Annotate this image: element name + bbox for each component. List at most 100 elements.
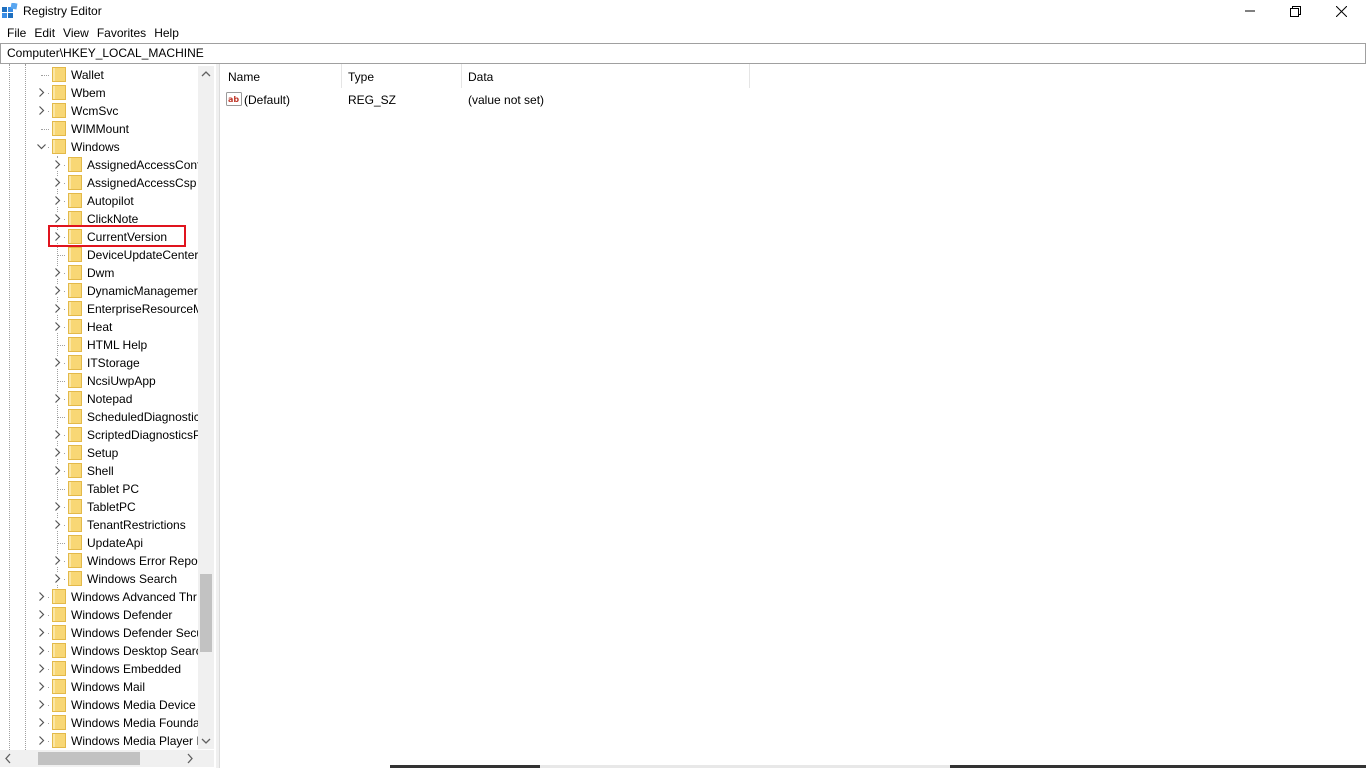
horizontal-scroll-thumb[interactable] (38, 752, 140, 765)
column-separator[interactable] (341, 64, 342, 88)
collapsed-chevron-icon[interactable] (53, 520, 62, 529)
collapsed-chevron-icon[interactable] (53, 178, 62, 187)
tree-node[interactable]: WcmSvc (0, 102, 200, 120)
tree-node[interactable]: Notepad (0, 390, 200, 408)
collapsed-chevron-icon[interactable] (53, 160, 62, 169)
collapsed-chevron-icon[interactable] (53, 556, 62, 565)
menu-help[interactable]: Help (152, 23, 185, 43)
tree-node[interactable]: Shell (0, 462, 200, 480)
collapsed-chevron-icon[interactable] (37, 610, 46, 619)
collapsed-chevron-icon[interactable] (53, 430, 62, 439)
tree-node-label: Windows Mail (71, 680, 146, 694)
tree-node[interactable]: TabletPC (0, 498, 200, 516)
collapsed-chevron-icon[interactable] (53, 394, 62, 403)
tree-node-label: ClickNote (87, 212, 139, 226)
tree-node[interactable]: Windows Advanced Thr (0, 588, 200, 606)
collapsed-chevron-icon[interactable] (53, 286, 62, 295)
address-bar[interactable]: Computer\HKEY_LOCAL_MACHINE (0, 43, 1366, 64)
tree-node[interactable]: DeviceUpdateCenter (0, 246, 200, 264)
tree-node[interactable]: Dwm (0, 264, 200, 282)
collapsed-chevron-icon[interactable] (37, 700, 46, 709)
tree-node[interactable]: ScriptedDiagnosticsP (0, 426, 201, 444)
svg-text:ab: ab (228, 95, 239, 104)
tree-node[interactable]: Windows Defender Secu (0, 624, 203, 642)
tree-node[interactable]: Windows Search (0, 570, 200, 588)
value-name[interactable]: (Default) (244, 93, 290, 107)
tree-node[interactable]: AssignedAccessConf (0, 156, 200, 174)
tree-node[interactable]: Windows Media Player I (0, 732, 200, 750)
tree-node[interactable]: TenantRestrictions (0, 516, 200, 534)
tree-node[interactable]: Windows Desktop Searc (0, 642, 202, 660)
scroll-down-button[interactable] (198, 732, 214, 749)
tree-node-label: DynamicManagemer (87, 284, 198, 298)
column-header-type[interactable]: Type (348, 70, 374, 84)
restore-button[interactable] (1272, 0, 1318, 22)
chevron-left-icon (5, 753, 11, 764)
collapsed-chevron-icon[interactable] (53, 574, 62, 583)
collapsed-chevron-icon[interactable] (53, 322, 62, 331)
collapsed-chevron-icon[interactable] (37, 592, 46, 601)
minimize-button[interactable] (1227, 0, 1273, 22)
tree-node[interactable]: EnterpriseResourceM (0, 300, 203, 318)
tree-node[interactable]: HTML Help (0, 336, 200, 354)
collapsed-chevron-icon[interactable] (37, 682, 46, 691)
menu-file[interactable]: File (0, 23, 32, 43)
collapsed-chevron-icon[interactable] (53, 502, 62, 511)
collapsed-chevron-icon[interactable] (37, 106, 46, 115)
tree-node[interactable]: NcsiUwpApp (0, 372, 200, 390)
tree-node[interactable]: Windows Media Founda (0, 714, 200, 732)
tree-node[interactable]: DynamicManagemer (0, 282, 200, 300)
tree-node[interactable]: Heat (0, 318, 200, 336)
folder-icon (68, 211, 82, 226)
tree-node[interactable]: UpdateApi (0, 534, 200, 552)
tree-node[interactable]: Setup (0, 444, 200, 462)
tree-node[interactable]: ITStorage (0, 354, 200, 372)
tree-node[interactable]: Windows Mail (0, 678, 200, 696)
tree-node-label: Windows Embedded (71, 662, 182, 676)
collapsed-chevron-icon[interactable] (37, 718, 46, 727)
tree-node[interactable]: Windows Error Repor (0, 552, 202, 570)
tree-node[interactable]: Windows Embedded (0, 660, 200, 678)
tree-connector (41, 129, 49, 130)
column-separator[interactable] (461, 64, 462, 88)
menu-edit[interactable]: Edit (32, 23, 61, 43)
column-header-name[interactable]: Name (228, 70, 260, 84)
collapsed-chevron-icon[interactable] (37, 646, 46, 655)
collapsed-chevron-icon[interactable] (37, 736, 46, 745)
tree-node[interactable]: AssignedAccessCsp (0, 174, 200, 192)
collapsed-chevron-icon[interactable] (53, 466, 62, 475)
tree-node[interactable]: Windows (0, 138, 200, 156)
tree-node[interactable]: Wbem (0, 84, 200, 102)
address-path[interactable]: Computer\HKEY_LOCAL_MACHINE (7, 46, 204, 60)
scroll-right-button[interactable] (181, 750, 198, 767)
menu-favorites[interactable]: Favorites (95, 23, 152, 43)
collapsed-chevron-icon[interactable] (37, 88, 46, 97)
column-separator[interactable] (749, 64, 750, 88)
scroll-thumb[interactable] (200, 574, 212, 652)
collapsed-chevron-icon[interactable] (53, 214, 62, 223)
tree-node[interactable]: Autopilot (0, 192, 200, 210)
tree-node[interactable]: Tablet PC (0, 480, 200, 498)
collapsed-chevron-icon[interactable] (53, 304, 62, 313)
scroll-up-button[interactable] (198, 66, 214, 83)
tree-node[interactable]: ScheduledDiagnostic (0, 408, 200, 426)
column-header-data[interactable]: Data (468, 70, 493, 84)
expanded-chevron-icon[interactable] (37, 142, 46, 151)
collapsed-chevron-icon[interactable] (53, 196, 62, 205)
menu-view[interactable]: View (61, 23, 95, 43)
tree-node[interactable]: WIMMount (0, 120, 200, 138)
close-button[interactable] (1318, 0, 1364, 22)
collapsed-chevron-icon[interactable] (53, 448, 62, 457)
tree-node[interactable]: Windows Media Device (0, 696, 200, 714)
values-list[interactable]: Name Type Data ab (Default) REG_SZ (valu… (221, 64, 1366, 768)
key-tree[interactable]: Wallet Wbem WcmSvc WIMMount Windows AssignedA… (0, 64, 214, 750)
scroll-left-button[interactable] (0, 750, 17, 767)
collapsed-chevron-icon[interactable] (37, 664, 46, 673)
collapsed-chevron-icon[interactable] (37, 628, 46, 637)
collapsed-chevron-icon[interactable] (53, 358, 62, 367)
collapsed-chevron-icon[interactable] (53, 268, 62, 277)
tree-node[interactable]: Wallet (0, 66, 200, 84)
folder-icon (52, 589, 66, 604)
tree-node[interactable]: Windows Defender (0, 606, 200, 624)
tree-node-label: WIMMount (71, 122, 130, 136)
